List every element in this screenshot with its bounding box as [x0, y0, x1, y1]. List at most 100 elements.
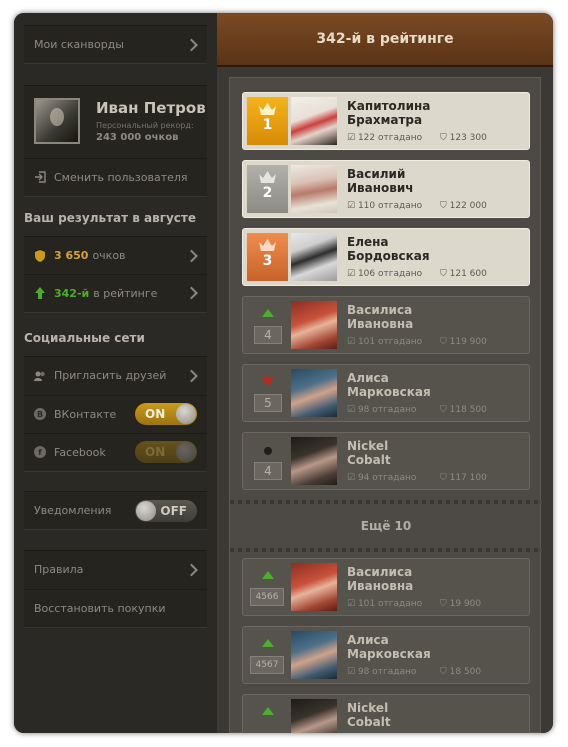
logout-icon	[35, 171, 46, 183]
points-item[interactable]: 3 650 очков	[24, 237, 207, 274]
switch-user-button[interactable]: Сменить пользователя	[24, 158, 207, 195]
page-title: 342-й в рейтинге	[316, 31, 454, 47]
player-name: Василиса Ивановна	[347, 303, 413, 331]
points-text: 122 000	[449, 201, 487, 211]
arrow-up-icon	[262, 707, 274, 715]
rank-item[interactable]: 342-й в рейтинге	[24, 274, 207, 311]
toggle-knob	[176, 404, 196, 424]
points-value: 3 650	[54, 249, 89, 262]
player-first-name: Nickel	[347, 701, 389, 715]
guessed-count: ☑ 101 отгадано	[347, 337, 423, 347]
crown-icon	[259, 239, 276, 251]
switch-user-label: Сменить пользователя	[54, 170, 188, 184]
points-text: 123 300	[449, 133, 487, 143]
points-count: ⛉ 18 500	[440, 667, 482, 677]
rank-badge: 4566	[247, 565, 288, 613]
player-last-name: Бордовская	[347, 249, 430, 263]
leaderboard-row[interactable]: 5 Алиса Марковская ☑ 98 отгадано ⛉ 118 50…	[242, 364, 530, 422]
rules-label: Правила	[34, 563, 84, 576]
notifications-toggle-label: OFF	[160, 503, 187, 518]
player-photo	[291, 369, 337, 417]
player-name: Алиса Марковская	[347, 633, 431, 661]
points-text: 119 900	[449, 337, 487, 347]
shield-icon	[35, 249, 45, 262]
leaderboard-row[interactable]: 4567 Алиса Марковская ☑ 98 отгадано ⛉ 18 …	[242, 626, 530, 684]
points-text: 117 100	[449, 473, 487, 483]
show-more-button[interactable]: Ещё 10	[242, 506, 530, 546]
facebook-label: Facebook	[54, 445, 106, 459]
rank-number: 2	[262, 185, 273, 201]
guessed-text: 98 отгадано	[357, 667, 417, 677]
crown-icon	[259, 103, 276, 115]
guessed-text: 122 отгадано	[357, 133, 423, 143]
player-first-name: Алиса	[347, 633, 389, 647]
leaderboard-row[interactable]: Nickel Cobalt	[242, 694, 530, 733]
my-crosswords-group: Мои сканворды	[24, 25, 207, 64]
main-panel: 342-й в рейтинге 1 Капитолина Брахматра ☑…	[217, 13, 553, 733]
player-last-name: Марковская	[347, 647, 431, 661]
vk-label: ВКонтакте	[54, 407, 117, 421]
guessed-count: ☑ 98 отгадано	[347, 405, 417, 415]
no-change-icon	[264, 447, 272, 455]
notifications-toggle[interactable]: OFF	[135, 499, 197, 522]
vk-toggle[interactable]: ON	[135, 403, 197, 425]
player-last-name: Cobalt	[347, 715, 391, 729]
points-count: ⛉ 119 900	[440, 337, 487, 347]
notifications-row: Уведомления OFF	[24, 492, 207, 529]
leaderboard-row[interactable]: 4 Василиса Ивановна ☑ 101 отгадано ⛉ 119 …	[242, 296, 530, 354]
my-crosswords-item[interactable]: Мои сканворды	[24, 26, 207, 63]
points-text: 121 600	[449, 269, 487, 279]
rules-item[interactable]: Правила	[24, 551, 207, 588]
misc-group: Правила Восстановить покупки	[24, 550, 207, 628]
guessed-text: 110 отгадано	[357, 201, 423, 211]
leaderboard-row[interactable]: 3 Елена Бордовская ☑ 106 отгадано ⛉ 121 6…	[242, 228, 530, 286]
guessed-count: ☑ 106 отгадано	[347, 269, 423, 279]
points-count: ⛉ 19 900	[440, 599, 482, 609]
guessed-count: ☑ 122 отгадано	[347, 133, 423, 143]
points-count: ⛉ 118 500	[440, 405, 487, 415]
record-value: 243 000 очков	[96, 132, 179, 143]
chevron-right-icon	[185, 286, 198, 300]
restore-purchases-label: Восстановить покупки	[34, 601, 166, 615]
vk-icon: B	[34, 408, 46, 420]
facebook-toggle[interactable]: ON	[135, 441, 197, 463]
player-first-name: Капитолина	[347, 99, 431, 113]
guessed-text: 98 отгадано	[357, 405, 417, 415]
rank-number: 4	[254, 462, 282, 480]
invite-friends-label: Пригласить друзей	[54, 369, 167, 382]
player-photo	[291, 699, 337, 733]
leaderboard: 1 Капитолина Брахматра ☑ 122 отгадано ⛉ 1…	[229, 77, 542, 733]
guessed-count: ☑ 94 отгадано	[347, 473, 417, 483]
users-icon	[34, 371, 45, 381]
leaderboard-row[interactable]: 4 Nickel Cobalt ☑ 94 отгадано ⛉ 117 100	[242, 432, 530, 490]
arrow-up-icon	[262, 309, 274, 317]
invite-friends-item[interactable]: Пригласить друзей	[24, 357, 207, 394]
social-group: Пригласить друзей B ВКонтакте ON f Faceb…	[24, 356, 207, 472]
rank-badge-bronze: 3	[247, 233, 288, 281]
player-photo	[291, 165, 337, 213]
divider	[230, 500, 542, 504]
record-label: Персональный рекорд:	[96, 121, 194, 130]
points-count: ⛉ 117 100	[440, 473, 487, 483]
points-count: ⛉ 123 300	[440, 133, 487, 143]
restore-purchases-item[interactable]: Восстановить покупки	[24, 589, 207, 626]
crown-icon	[259, 171, 276, 183]
chevron-right-icon	[185, 369, 198, 382]
player-photo	[291, 233, 337, 281]
player-name: Алиса Марковская	[347, 371, 431, 399]
facebook-icon: f	[34, 446, 46, 458]
guessed-text: 101 отгадано	[357, 337, 423, 347]
notifications-label: Уведомления	[34, 504, 112, 517]
player-last-name: Иванович	[347, 181, 414, 195]
leaderboard-row[interactable]: 2 Василий Иванович ☑ 110 отгадано ⛉ 122 0…	[242, 160, 530, 218]
guessed-text: 106 отгадано	[357, 269, 423, 279]
leaderboard-row[interactable]: 4566 Василиса Ивановна ☑ 101 отгадано ⛉ 1…	[242, 558, 530, 616]
points-suffix: очков	[92, 249, 126, 262]
leaderboard-row[interactable]: 1 Капитолина Брахматра ☑ 122 отгадано ⛉ 1…	[242, 92, 530, 150]
sidebar: Мои сканворды Иван Петров Персональный р…	[14, 13, 217, 733]
rank-number: 5	[254, 394, 282, 412]
rank-badge: 4	[247, 303, 288, 351]
rank-number: 4567	[250, 656, 284, 674]
guessed-text: 94 отгадано	[357, 473, 417, 483]
rank-badge-gold: 1	[247, 97, 288, 145]
